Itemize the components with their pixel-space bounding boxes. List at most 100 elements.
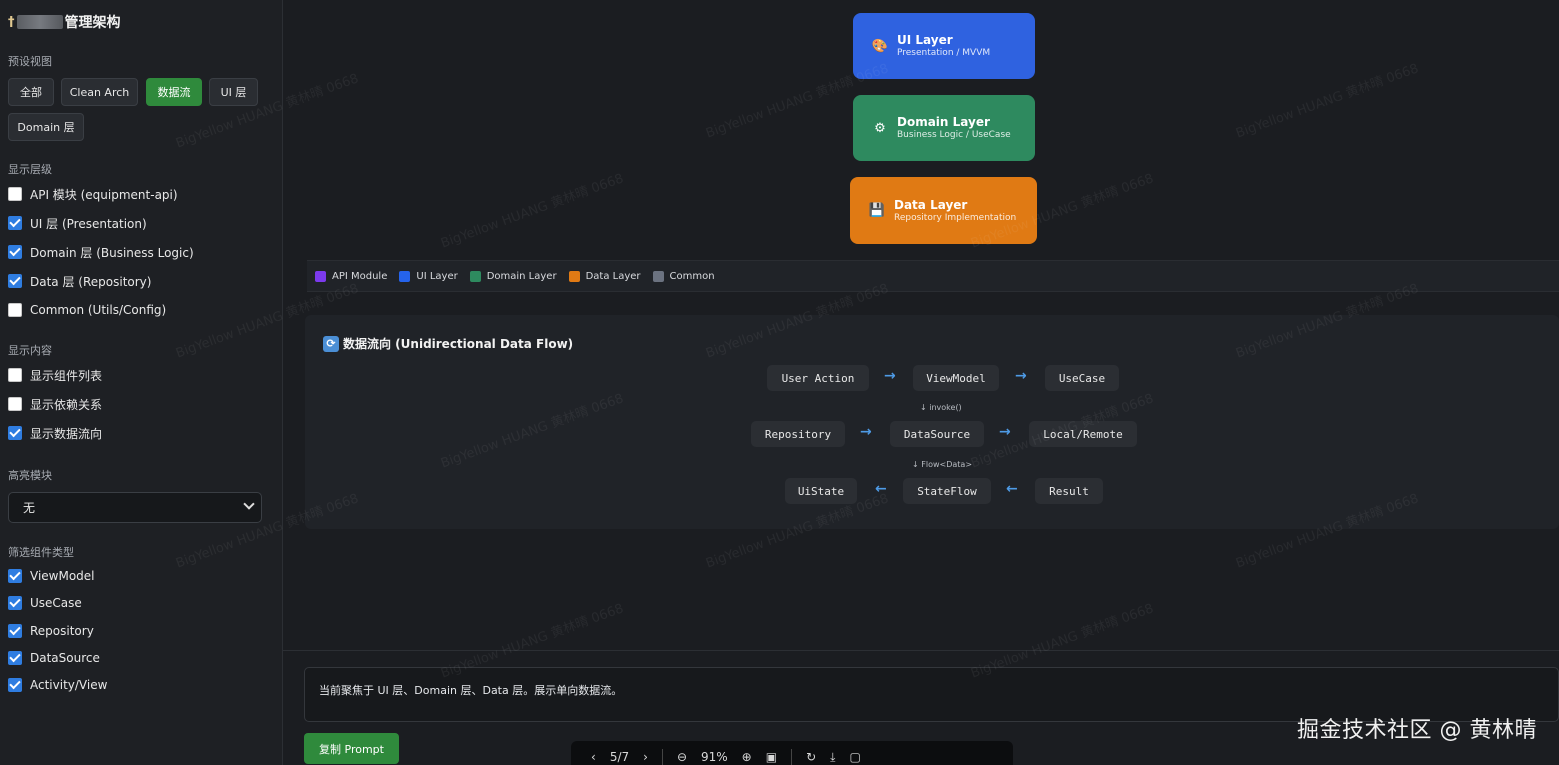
checkbox-unchecked[interactable]: [8, 368, 22, 382]
highlight-module-select[interactable]: 无: [8, 492, 262, 523]
checkbox-checked[interactable]: [8, 274, 22, 288]
layer-card-data[interactable]: 💾 Data Layer Repository Implementation: [850, 177, 1037, 244]
pin-icon: †: [8, 14, 15, 30]
preset-button-clean-arch[interactable]: Clean Arch: [61, 78, 138, 106]
fullscreen-icon[interactable]: ▢: [849, 750, 860, 764]
legend-item-common: Common: [652, 270, 715, 282]
select-value: 无: [23, 501, 36, 515]
checkbox-checked[interactable]: [8, 624, 22, 638]
flow-node-datasource: DataSource: [890, 421, 984, 447]
checkbox-checked[interactable]: [8, 569, 22, 583]
preset-button-all[interactable]: 全部: [8, 78, 54, 106]
sidebar: † 管理架构 预设视图 全部 Clean Arch 数据流 UI 层 Domai…: [0, 0, 283, 765]
checkbox-unchecked[interactable]: [8, 303, 22, 317]
layer-title: UI Layer: [897, 33, 953, 47]
refresh-icon: ⟳: [323, 335, 339, 352]
flow-node-usecase: UseCase: [1045, 365, 1119, 391]
toolbar-divider: [661, 749, 663, 765]
redacted-name: [16, 15, 63, 29]
level-checkbox-data[interactable]: Data 层 (Repository): [8, 272, 151, 290]
zoom-out-icon[interactable]: ⊖: [677, 750, 687, 764]
content-checkbox-components[interactable]: 显示组件列表: [8, 366, 102, 384]
preset-button-ui-layer[interactable]: UI 层: [209, 78, 258, 106]
viewer-toolbar: ‹ 5/7 › ⊖ 91% ⊕ ▣ ↻ ⤓ ▢: [571, 741, 1013, 765]
palette-icon: 🎨: [871, 38, 889, 54]
flow-note-flow-data: ↓ Flow<Data>: [912, 460, 973, 469]
preset-button-domain-layer[interactable]: Domain 层: [8, 113, 84, 141]
level-checkbox-ui[interactable]: UI 层 (Presentation): [8, 214, 147, 232]
layer-subtitle: Presentation / MVVM: [897, 48, 991, 58]
gear-icon: ⚙: [874, 120, 886, 136]
checkbox-checked[interactable]: [8, 426, 22, 440]
copy-prompt-button[interactable]: 复制 Prompt: [304, 733, 399, 764]
checkbox-checked[interactable]: [8, 216, 22, 230]
flow-note-invoke: ↓ invoke(): [920, 403, 962, 412]
filter-checkbox-usecase[interactable]: UseCase: [8, 594, 82, 612]
filter-checkbox-datasource[interactable]: DataSource: [8, 649, 100, 667]
flow-node-viewmodel: ViewModel: [913, 365, 999, 391]
rotate-icon[interactable]: ↻: [806, 750, 816, 764]
zoom-level: 91%: [701, 750, 728, 764]
next-page-icon[interactable]: ›: [643, 750, 648, 764]
content-checkbox-data-flow[interactable]: 显示数据流向: [8, 424, 102, 442]
arrow-right-icon: →: [884, 368, 896, 384]
fit-icon[interactable]: ▣: [766, 750, 777, 764]
filter-checkbox-activity-view[interactable]: Activity/View: [8, 676, 107, 694]
arrow-left-icon: ←: [875, 481, 887, 497]
checkbox-checked[interactable]: [8, 245, 22, 259]
flow-node-user-action: User Action: [767, 365, 869, 391]
levels-label: 显示层级: [8, 163, 52, 176]
level-checkbox-domain[interactable]: Domain 层 (Business Logic): [8, 243, 194, 261]
flow-node-result: Result: [1035, 478, 1103, 504]
level-checkbox-common[interactable]: Common (Utils/Config): [8, 301, 166, 319]
checkbox-checked[interactable]: [8, 596, 22, 610]
prev-page-icon[interactable]: ‹: [591, 750, 596, 764]
checkbox-checked[interactable]: [8, 678, 22, 692]
legend-swatch: [399, 270, 411, 282]
checkbox-checked[interactable]: [8, 651, 22, 665]
zoom-in-icon[interactable]: ⊕: [742, 750, 752, 764]
chevron-down-icon: [243, 498, 255, 510]
filter-checkbox-repository[interactable]: Repository: [8, 622, 94, 640]
flow-node-repository: Repository: [751, 421, 845, 447]
legend-swatch: [469, 270, 481, 282]
floppy-disk-icon: 💾: [868, 203, 886, 218]
app-title-text: 管理架构: [64, 15, 121, 31]
flow-node-uistate: UiState: [785, 478, 857, 504]
layer-card-domain[interactable]: ⚙ Domain Layer Business Logic / UseCase: [853, 95, 1035, 161]
arrow-right-icon: →: [1015, 368, 1027, 384]
legend-item-data: Data Layer: [568, 270, 641, 282]
flow-node-stateflow: StateFlow: [903, 478, 991, 504]
filter-label: 筛选组件类型: [8, 546, 74, 559]
layer-subtitle: Repository Implementation: [894, 212, 1017, 223]
content-checkbox-dependencies[interactable]: 显示依赖关系: [8, 395, 102, 413]
arrow-right-icon: →: [860, 424, 872, 440]
arrow-left-icon: ←: [1006, 481, 1018, 497]
arrow-right-icon: →: [999, 424, 1011, 440]
download-icon[interactable]: ⤓: [830, 750, 835, 765]
page-indicator: 5/7: [609, 750, 630, 764]
level-checkbox-api[interactable]: API 模块 (equipment-api): [8, 185, 178, 203]
legend-swatch: [652, 270, 664, 282]
flow-node-local-remote: Local/Remote: [1029, 421, 1137, 447]
app-title: † 管理架构: [8, 12, 121, 32]
data-flow-title: ⟳ 数据流向 (Unidirectional Data Flow): [323, 335, 573, 352]
checkbox-unchecked[interactable]: [8, 397, 22, 411]
main-canvas: 🎨 UI Layer Presentation / MVVM ⚙ Domain …: [283, 0, 1559, 765]
legend: API Module UI Layer Domain Layer Data La…: [307, 260, 1559, 292]
layer-title: Data Layer: [894, 197, 968, 212]
filter-checkbox-viewmodel[interactable]: ViewModel: [8, 567, 95, 585]
site-watermark: 掘金技术社区 @ 黄林晴: [1297, 718, 1537, 743]
legend-swatch: [315, 270, 326, 282]
layer-subtitle: Business Logic / UseCase: [897, 130, 1011, 140]
checkbox-unchecked[interactable]: [8, 187, 22, 201]
layer-title: Domain Layer: [897, 115, 990, 129]
legend-swatch: [568, 270, 580, 282]
data-flow-panel: ⟳ 数据流向 (Unidirectional Data Flow) User A…: [305, 315, 1559, 529]
content-label: 显示内容: [8, 344, 52, 357]
layer-card-ui[interactable]: 🎨 UI Layer Presentation / MVVM: [853, 13, 1035, 79]
preset-button-data-flow[interactable]: 数据流: [146, 78, 202, 106]
highlight-label: 高亮模块: [8, 469, 52, 482]
presets-label: 预设视图: [8, 55, 52, 68]
toolbar-divider: [791, 749, 793, 765]
